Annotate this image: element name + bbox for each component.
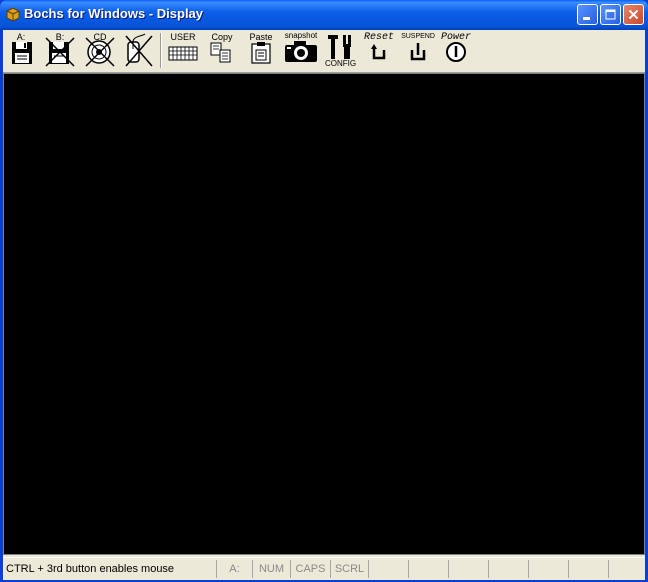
suspend-icon [410,43,426,61]
bochs-app-icon [6,7,20,22]
floppy-b-icon [45,37,75,67]
status-message: CTRL + 3rd button enables mouse [3,560,217,578]
mouse-button[interactable] [121,30,155,70]
num-lock-indicator: NUM [253,560,291,578]
floppy-a-button[interactable]: A: [6,30,36,70]
emulator-display[interactable] [3,73,645,555]
status-cell-empty [369,560,409,578]
status-cell-empty [529,560,569,578]
close-button[interactable] [623,4,644,25]
maximize-button[interactable] [600,4,621,25]
scroll-lock-indicator: SCRL [331,560,369,578]
copy-button[interactable]: Copy [207,30,237,70]
mouse-icon [125,33,153,67]
cdrom-icon [85,37,115,67]
power-button[interactable]: Power [439,30,473,70]
keyboard-icon [168,46,198,61]
paste-button[interactable]: Paste [246,30,276,70]
floppy-b-button[interactable]: B: [43,30,77,70]
status-cell-empty [409,560,449,578]
suspend-button[interactable]: SUSPEND [400,30,436,70]
maximize-icon [605,9,616,20]
close-icon [628,9,639,20]
caps-lock-indicator: CAPS [291,560,331,578]
camera-icon [285,41,317,62]
user-button[interactable]: USER [166,30,200,70]
minimize-icon [583,17,590,20]
reset-icon [371,44,386,60]
drive-indicator: A: [217,560,253,578]
paste-icon [251,42,271,64]
power-icon [446,42,466,62]
status-cell-empty [449,560,489,578]
snapshot-button[interactable]: snapshot [282,30,320,70]
title-bar[interactable]: Bochs for Windows - Display [0,0,648,30]
status-cell-empty [489,560,529,578]
toolbar: A: B: CD USER Copy Paste snapshot CONFIG… [3,30,645,73]
size-grip[interactable] [609,560,645,578]
bochs-window: Bochs for Windows - Display A: B: CD USE… [0,0,648,582]
reset-button[interactable]: Reset [362,30,396,70]
status-cell-empty [569,560,609,578]
cdrom-button[interactable]: CD [83,30,117,70]
config-button[interactable]: CONFIG [325,30,357,70]
window-title: Bochs for Windows - Display [24,6,204,21]
client-area: A: B: CD USER Copy Paste snapshot CONFIG… [3,30,645,580]
floppy-a-icon [12,42,32,64]
status-bar: CTRL + 3rd button enables mouse A: NUM C… [3,557,645,580]
minimize-button[interactable] [577,4,598,25]
config-label: CONFIG [325,59,357,68]
copy-icon [210,42,231,63]
toolbar-separator [160,33,161,68]
